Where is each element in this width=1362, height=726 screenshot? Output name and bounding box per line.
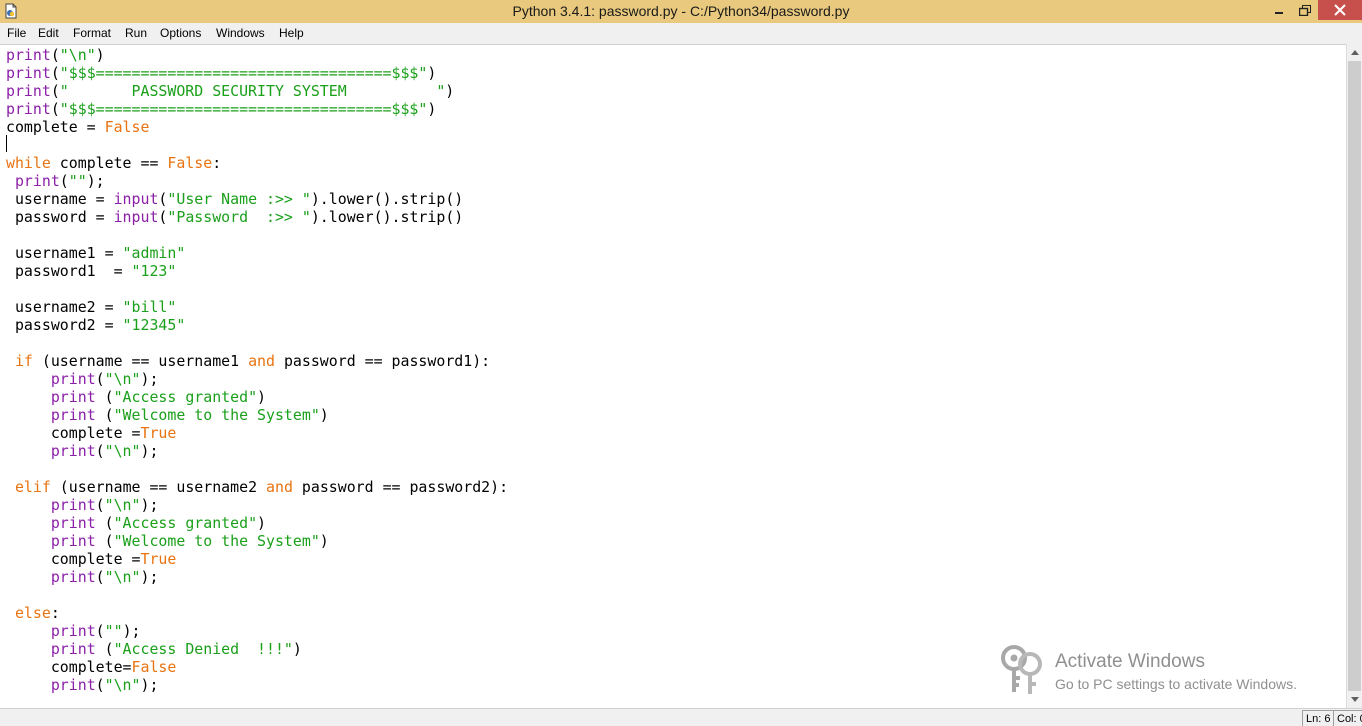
code-line[interactable]: print("$$$==============================…: [6, 100, 508, 118]
code-line[interactable]: password2 = "12345": [6, 316, 508, 334]
scrollbar-thumb[interactable]: [1348, 61, 1361, 691]
status-col: Col: 0: [1333, 710, 1362, 726]
code-line[interactable]: print("");: [6, 622, 508, 640]
text-cursor: [6, 135, 7, 152]
code-line[interactable]: password1 = "123": [6, 262, 508, 280]
code-line[interactable]: print("\n");: [6, 676, 508, 694]
activate-windows-watermark: Activate Windows Go to PC settings to ac…: [1000, 644, 1330, 696]
menu-help[interactable]: Help: [279, 23, 304, 44]
code-line[interactable]: print("");: [6, 172, 508, 190]
code-line[interactable]: print("\n");: [6, 568, 508, 586]
code-line[interactable]: complete = False: [6, 118, 508, 136]
window-title: Python 3.4.1: password.py - C:/Python34/…: [512, 3, 850, 19]
code-line[interactable]: print ("Access granted"): [6, 388, 508, 406]
menu-edit[interactable]: Edit: [38, 23, 59, 44]
code-line[interactable]: print("$$$==============================…: [6, 64, 508, 82]
menu-file[interactable]: File: [7, 23, 26, 44]
code-line[interactable]: complete=False: [6, 658, 508, 676]
code-line[interactable]: print("\n");: [6, 496, 508, 514]
scroll-down-button[interactable]: [1347, 691, 1362, 707]
vertical-scrollbar[interactable]: [1346, 44, 1362, 708]
code-line[interactable]: ​: [6, 334, 508, 352]
code-line[interactable]: print ("Welcome to the System"): [6, 532, 508, 550]
chevron-up-icon: [1350, 49, 1359, 55]
minimize-button[interactable]: [1266, 0, 1292, 20]
menu-bar: File Edit Format Run Options Windows Hel…: [0, 23, 1362, 44]
code-line[interactable]: ​: [6, 460, 508, 478]
code-line[interactable]: ​: [6, 136, 508, 154]
menu-options[interactable]: Options: [160, 23, 201, 44]
code-editor[interactable]: print("\n") print("$$$===================…: [0, 44, 1346, 709]
code-line[interactable]: print ("Access granted"): [6, 514, 508, 532]
code-line[interactable]: print("\n");: [6, 442, 508, 460]
code-line[interactable]: complete =True: [6, 550, 508, 568]
menu-windows[interactable]: Windows: [216, 23, 265, 44]
watermark-title: Activate Windows: [1055, 651, 1205, 672]
code-line[interactable]: ​: [6, 226, 508, 244]
code-line[interactable]: else:: [6, 604, 508, 622]
code-line[interactable]: print ("Access Denied !!!"): [6, 640, 508, 658]
code-line[interactable]: print ("Welcome to the System"): [6, 406, 508, 424]
close-icon: [1334, 4, 1346, 16]
scroll-up-button[interactable]: [1347, 44, 1362, 60]
menu-run[interactable]: Run: [125, 23, 147, 44]
chevron-down-icon: [1350, 696, 1359, 702]
code-line[interactable]: complete =True: [6, 424, 508, 442]
code-line[interactable]: username1 = "admin": [6, 244, 508, 262]
code-line[interactable]: print(" PASSWORD SECURITY SYSTEM "): [6, 82, 508, 100]
watermark-subtitle: Go to PC settings to activate Windows.: [1055, 676, 1297, 692]
status-bar: Ln: 6 Col: 0: [0, 708, 1362, 726]
code-line[interactable]: username2 = "bill": [6, 298, 508, 316]
code-line[interactable]: password = input("Password :>> ").lower(…: [6, 208, 508, 226]
code-line[interactable]: while complete == False:: [6, 154, 508, 172]
code-line[interactable]: username = input("User Name :>> ").lower…: [6, 190, 508, 208]
title-bar[interactable]: Python 3.4.1: password.py - C:/Python34/…: [0, 0, 1362, 23]
code-line[interactable]: ​: [6, 586, 508, 604]
maximize-button[interactable]: [1292, 0, 1318, 20]
maximize-icon: [1299, 4, 1311, 16]
code-text[interactable]: print("\n") print("$$$===================…: [6, 46, 508, 694]
code-line[interactable]: elif (username == username2 and password…: [6, 478, 508, 496]
status-line: Ln: 6: [1302, 710, 1333, 726]
key-icon: [1001, 645, 1042, 694]
code-line[interactable]: print("\n"): [6, 46, 508, 64]
menu-format[interactable]: Format: [73, 23, 111, 44]
close-button[interactable]: [1318, 0, 1362, 20]
code-line[interactable]: ​: [6, 280, 508, 298]
code-line[interactable]: if (username == username1 and password =…: [6, 352, 508, 370]
code-line[interactable]: print("\n");: [6, 370, 508, 388]
minimize-icon: [1275, 12, 1283, 14]
